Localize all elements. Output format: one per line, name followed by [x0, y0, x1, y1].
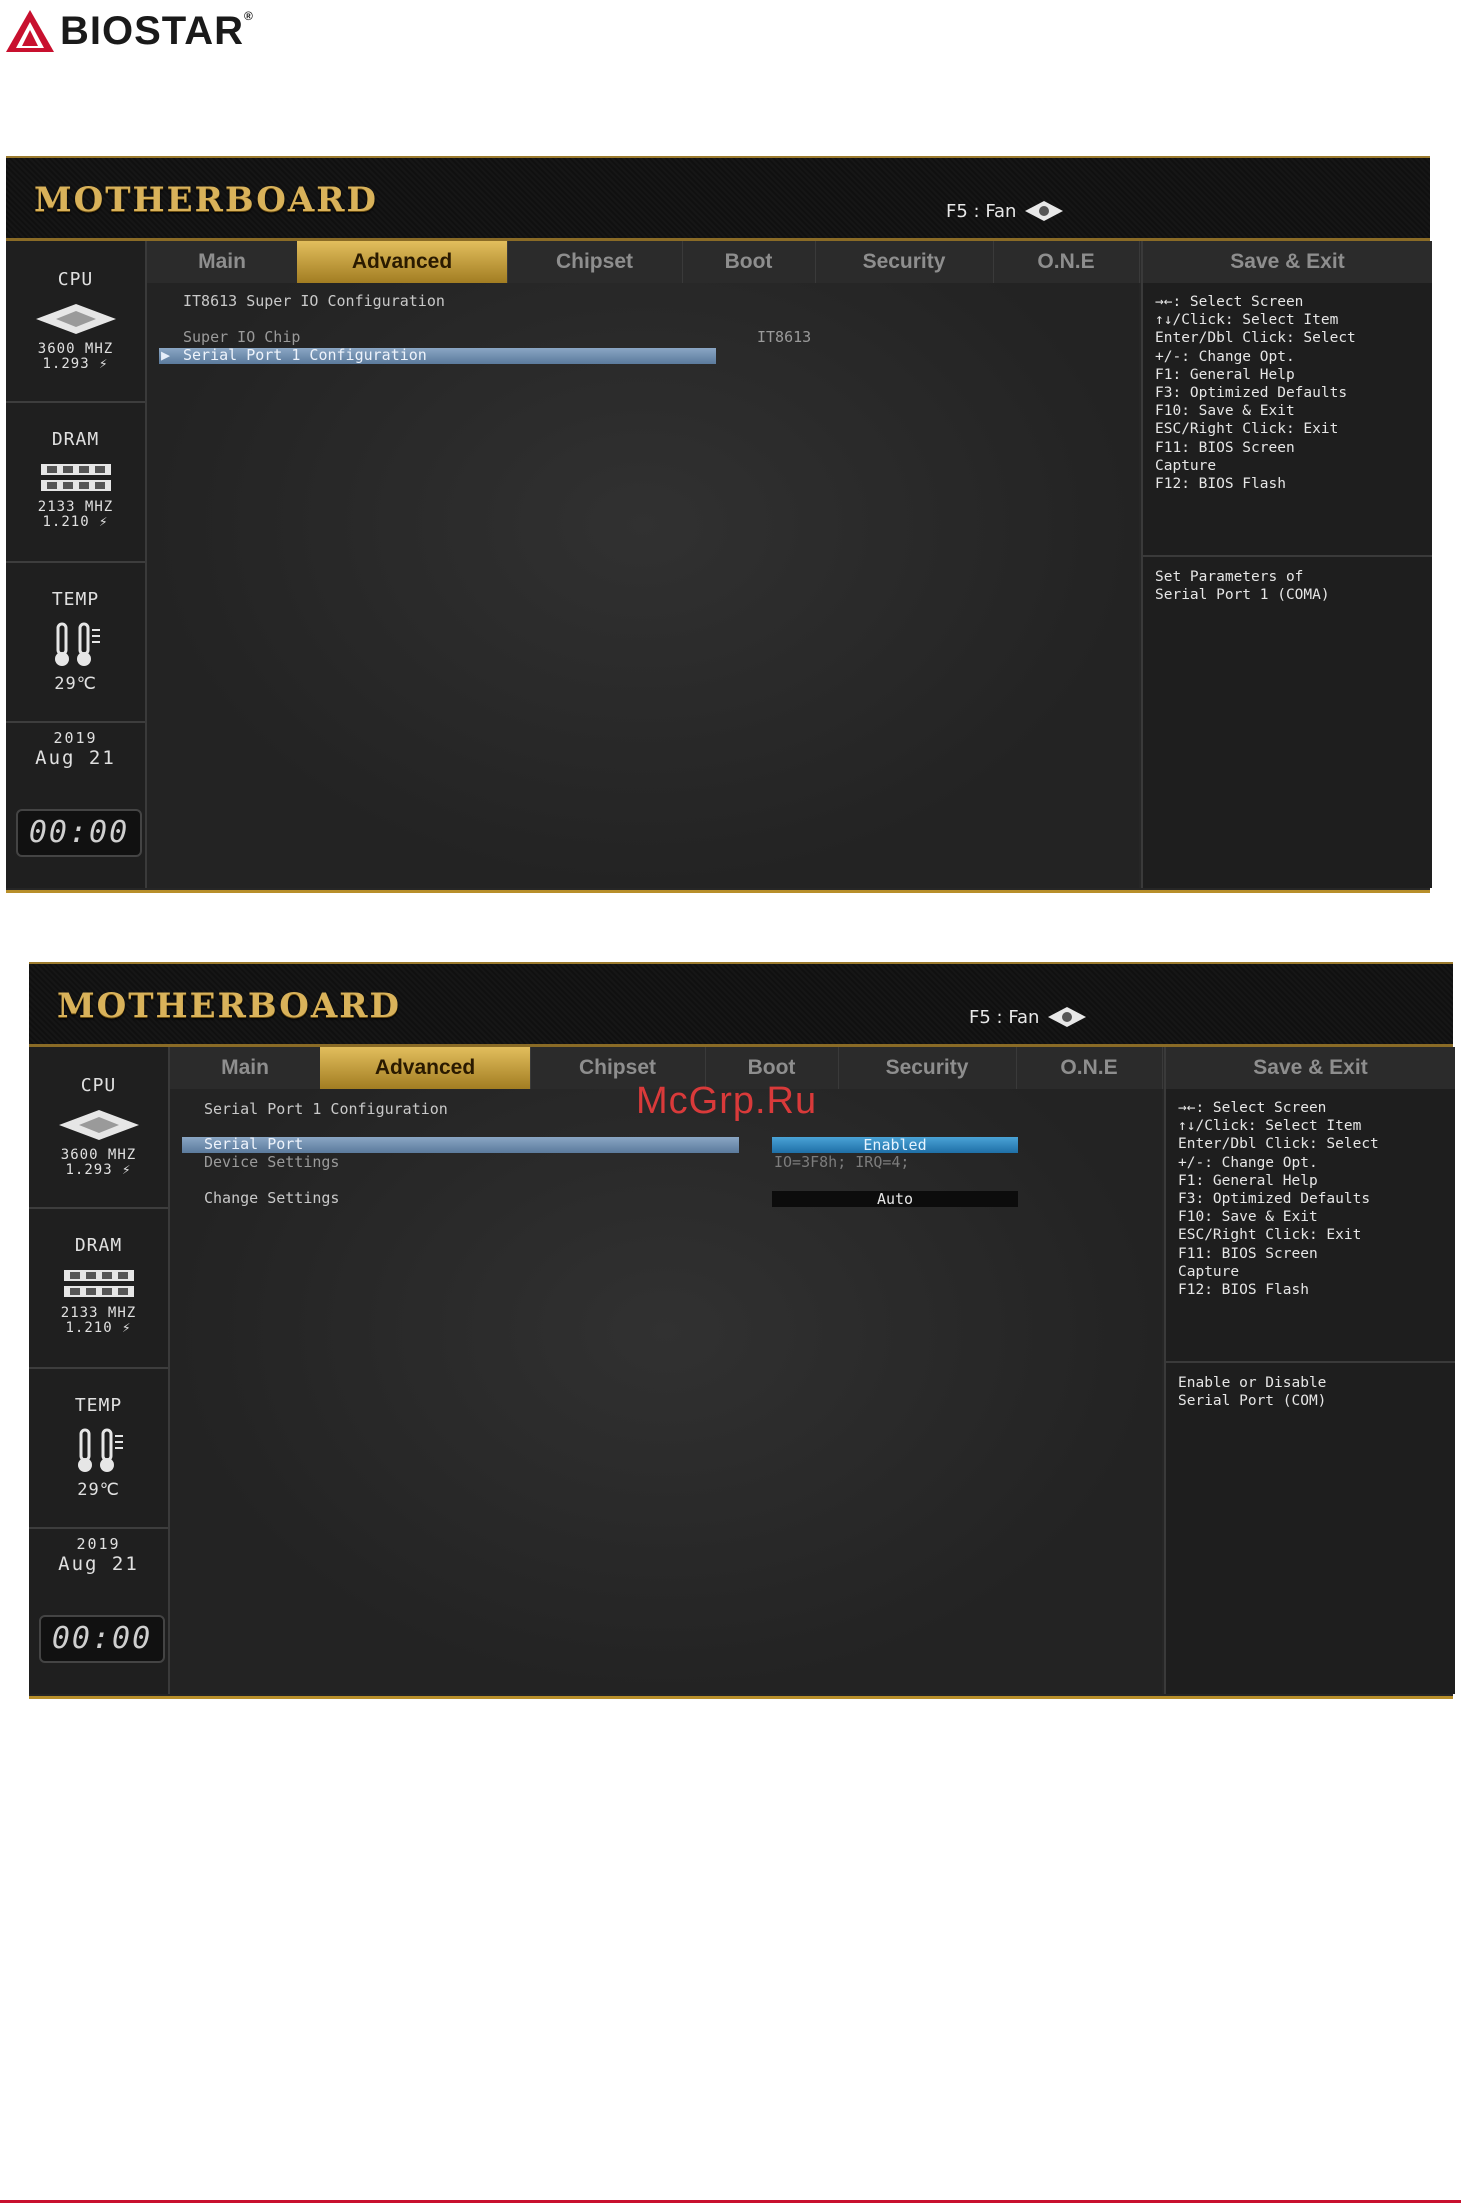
device-settings-label: Device Settings: [204, 1153, 340, 1171]
brand-name: BIOSTAR®: [60, 8, 254, 53]
cpu-voltage: 1.293 ⚡: [42, 356, 109, 372]
date-panel: 2019 Aug 21: [6, 729, 145, 769]
tab-main[interactable]: Main: [147, 241, 298, 283]
change-settings-value[interactable]: Auto: [772, 1191, 1018, 1207]
fan-hint-label: F5 : Fan: [969, 1006, 1040, 1028]
temp-panel: TEMP 29℃: [29, 1367, 168, 1529]
biostar-logo: BIOSTAR®: [4, 8, 254, 54]
dram-module-icon: [40, 464, 111, 491]
clock-display: 00:00: [39, 1615, 165, 1663]
dram-label: DRAM: [74, 1235, 123, 1256]
clock-display: 00:00: [16, 809, 142, 857]
tab-one[interactable]: O.N.E: [993, 241, 1140, 283]
date-year: 2019: [53, 729, 98, 747]
submenu-arrow-icon: ▶: [161, 346, 171, 364]
dram-panel: DRAM 2133 MHZ 1.210 ⚡: [29, 1207, 168, 1369]
dram-label: DRAM: [51, 429, 100, 450]
help-panel: Save & Exit →←: Select Screen ↑↓/Click: S…: [1164, 1047, 1455, 1694]
serial-port-value[interactable]: Enabled: [772, 1137, 1018, 1153]
tab-security[interactable]: Security: [815, 241, 994, 283]
help-keys: →←: Select Screen ↑↓/Click: Select Item En…: [1178, 1100, 1379, 1299]
fan-icon: [1025, 201, 1064, 221]
status-sidebar: CPU 3600 MHZ 1.293 ⚡ DRAM 2133 MHZ 1.210…: [6, 241, 147, 888]
temp-label: TEMP: [74, 1395, 123, 1416]
help-panel: Save & Exit →←: Select Screen ↑↓/Click: S…: [1141, 241, 1432, 888]
date-panel: 2019 Aug 21: [29, 1535, 168, 1575]
tab-boot[interactable]: Boot: [682, 241, 816, 283]
cpu-label: CPU: [57, 269, 94, 290]
cpu-chip-icon: [58, 1110, 139, 1140]
section-title: Serial Port 1 Configuration: [204, 1100, 448, 1118]
dram-voltage: 1.210 ⚡: [65, 1320, 132, 1336]
tab-chipset[interactable]: Chipset: [507, 241, 683, 283]
dram-module-icon: [63, 1270, 134, 1297]
temp-value: 29℃: [77, 1480, 120, 1500]
temp-value: 29℃: [54, 674, 97, 694]
cpu-voltage: 1.293 ⚡: [65, 1162, 132, 1178]
tab-bar: Main Advanced Chipset Boot Security O.N.…: [147, 241, 1283, 283]
thermometer-icon: [77, 1428, 123, 1472]
tab-advanced[interactable]: Advanced: [320, 1047, 531, 1089]
change-settings-label[interactable]: Change Settings: [204, 1189, 339, 1207]
super-io-chip-value: IT8613: [757, 328, 812, 346]
dram-frequency: 2133 MHZ: [60, 1305, 137, 1321]
settings-panel: IT8613 Super IO Configuration Super IO C…: [147, 283, 1139, 888]
cpu-panel: CPU 3600 MHZ 1.293 ⚡: [29, 1047, 168, 1209]
date-day: Aug 21: [58, 1553, 139, 1575]
date-day: Aug 21: [35, 747, 116, 769]
help-divider: [1166, 1361, 1455, 1363]
cpu-chip-icon: [35, 304, 116, 334]
tab-main[interactable]: Main: [170, 1047, 321, 1089]
section-title: IT8613 Super IO Configuration: [183, 292, 445, 310]
header-title: MOTHERBOARD: [34, 180, 378, 220]
dram-panel: DRAM 2133 MHZ 1.210 ⚡: [6, 401, 145, 563]
footer-rule: [0, 2200, 1461, 2203]
serial-port-label[interactable]: Serial Port: [204, 1135, 303, 1153]
bios-header: MOTHERBOARD F5 : Fan: [6, 158, 1430, 241]
fan-hint[interactable]: F5 : Fan: [946, 200, 1064, 222]
settings-panel: Serial Port 1 Configuration Serial Port …: [170, 1089, 1162, 1694]
tab-advanced[interactable]: Advanced: [297, 241, 508, 283]
bios-screen-2: MOTHERBOARD F5 : Fan CPU 3600 MHZ 1.293 …: [29, 962, 1455, 1699]
device-settings-value: IO=3F8h; IRQ=4;: [774, 1153, 910, 1171]
fan-hint[interactable]: F5 : Fan: [969, 1006, 1087, 1028]
date-year: 2019: [76, 1535, 121, 1553]
bios-header: MOTHERBOARD F5 : Fan: [29, 964, 1453, 1047]
serial-port-1-config-label[interactable]: Serial Port 1 Configuration: [183, 346, 427, 364]
help-keys: →←: Select Screen ↑↓/Click: Select Item En…: [1155, 294, 1356, 493]
header-title: MOTHERBOARD: [57, 986, 401, 1026]
thermometer-icon: [54, 622, 100, 666]
help-divider: [1143, 555, 1432, 557]
dram-voltage: 1.210 ⚡: [42, 514, 109, 530]
cpu-frequency: 3600 MHZ: [60, 1147, 137, 1163]
item-description: Set Parameters of Serial Port 1 (COMA): [1155, 569, 1330, 604]
temp-label: TEMP: [51, 589, 100, 610]
cpu-panel: CPU 3600 MHZ 1.293 ⚡: [6, 241, 145, 403]
dram-frequency: 2133 MHZ: [37, 499, 114, 515]
cpu-label: CPU: [80, 1075, 117, 1096]
fan-icon: [1048, 1007, 1087, 1027]
bios-screen-1: MOTHERBOARD F5 : Fan CPU 3600 MHZ 1.293 …: [6, 156, 1432, 893]
item-description: Enable or Disable Serial Port (COM): [1178, 1375, 1327, 1410]
super-io-chip-label: Super IO Chip: [183, 328, 301, 346]
temp-panel: TEMP 29℃: [6, 561, 145, 723]
watermark-text: McGrp.Ru: [636, 1080, 818, 1122]
tab-save-exit[interactable]: Save & Exit: [1166, 1047, 1455, 1089]
fan-hint-label: F5 : Fan: [946, 200, 1017, 222]
tab-security[interactable]: Security: [838, 1047, 1017, 1089]
tab-save-exit[interactable]: Save & Exit: [1143, 241, 1432, 283]
biostar-triangle-icon: [6, 10, 54, 52]
cpu-frequency: 3600 MHZ: [37, 341, 114, 357]
status-sidebar: CPU 3600 MHZ 1.293 ⚡ DRAM 2133 MHZ 1.210…: [29, 1047, 170, 1694]
tab-one[interactable]: O.N.E: [1016, 1047, 1163, 1089]
